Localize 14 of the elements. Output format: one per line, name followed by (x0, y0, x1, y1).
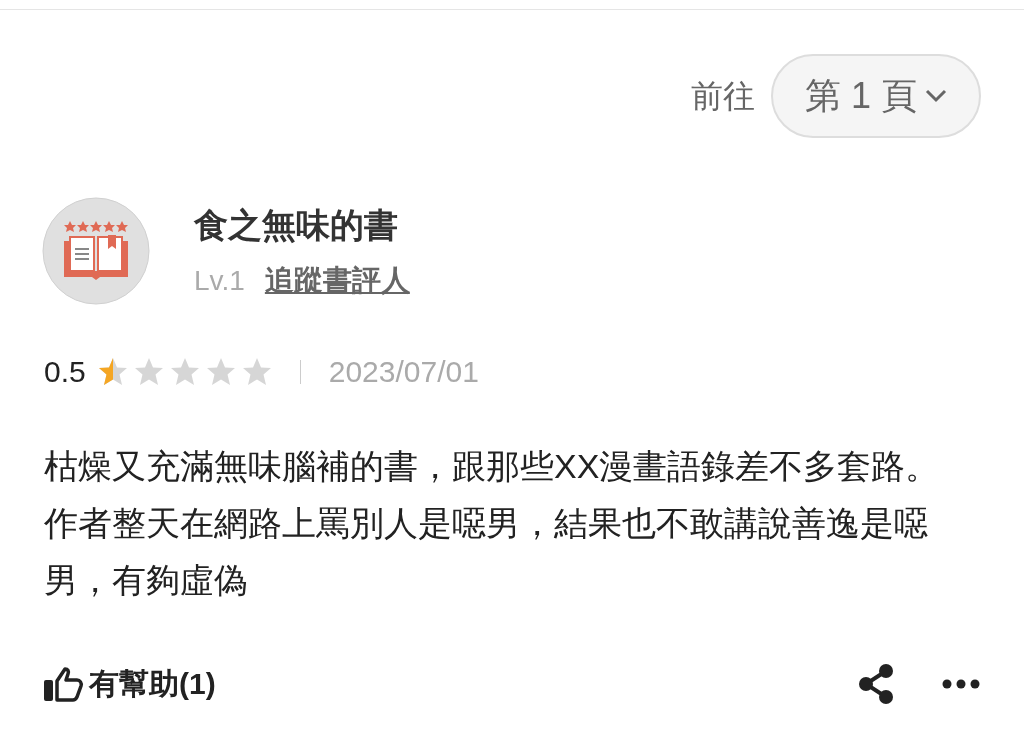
follow-link[interactable]: 追蹤書評人 (264, 258, 410, 303)
book-avatar-icon (42, 197, 150, 305)
more-options-icon[interactable] (942, 678, 980, 689)
author-name: 食之無味的書 (194, 204, 399, 246)
thumbs-up-icon (43, 665, 85, 702)
page-dropdown[interactable]: 第 1 頁 (770, 54, 981, 138)
review-date: 2023/07/01 (328, 354, 479, 390)
user-level: Lv.1 (194, 263, 245, 298)
helpful-button[interactable]: 有幫助(1) (43, 661, 216, 706)
chevron-down-icon (925, 89, 947, 103)
pager-label: 前往 (690, 77, 755, 116)
share-icon[interactable] (858, 663, 894, 704)
rating-score: 0.5 (44, 354, 86, 390)
review-text: 枯燥又充滿無味腦補的書，跟那些XX漫畫語錄差不多套路。作者整天在網路上罵別人是噁男，結果也不敢講說善逸是噁男，有夠虛偽 (43, 446, 941, 601)
